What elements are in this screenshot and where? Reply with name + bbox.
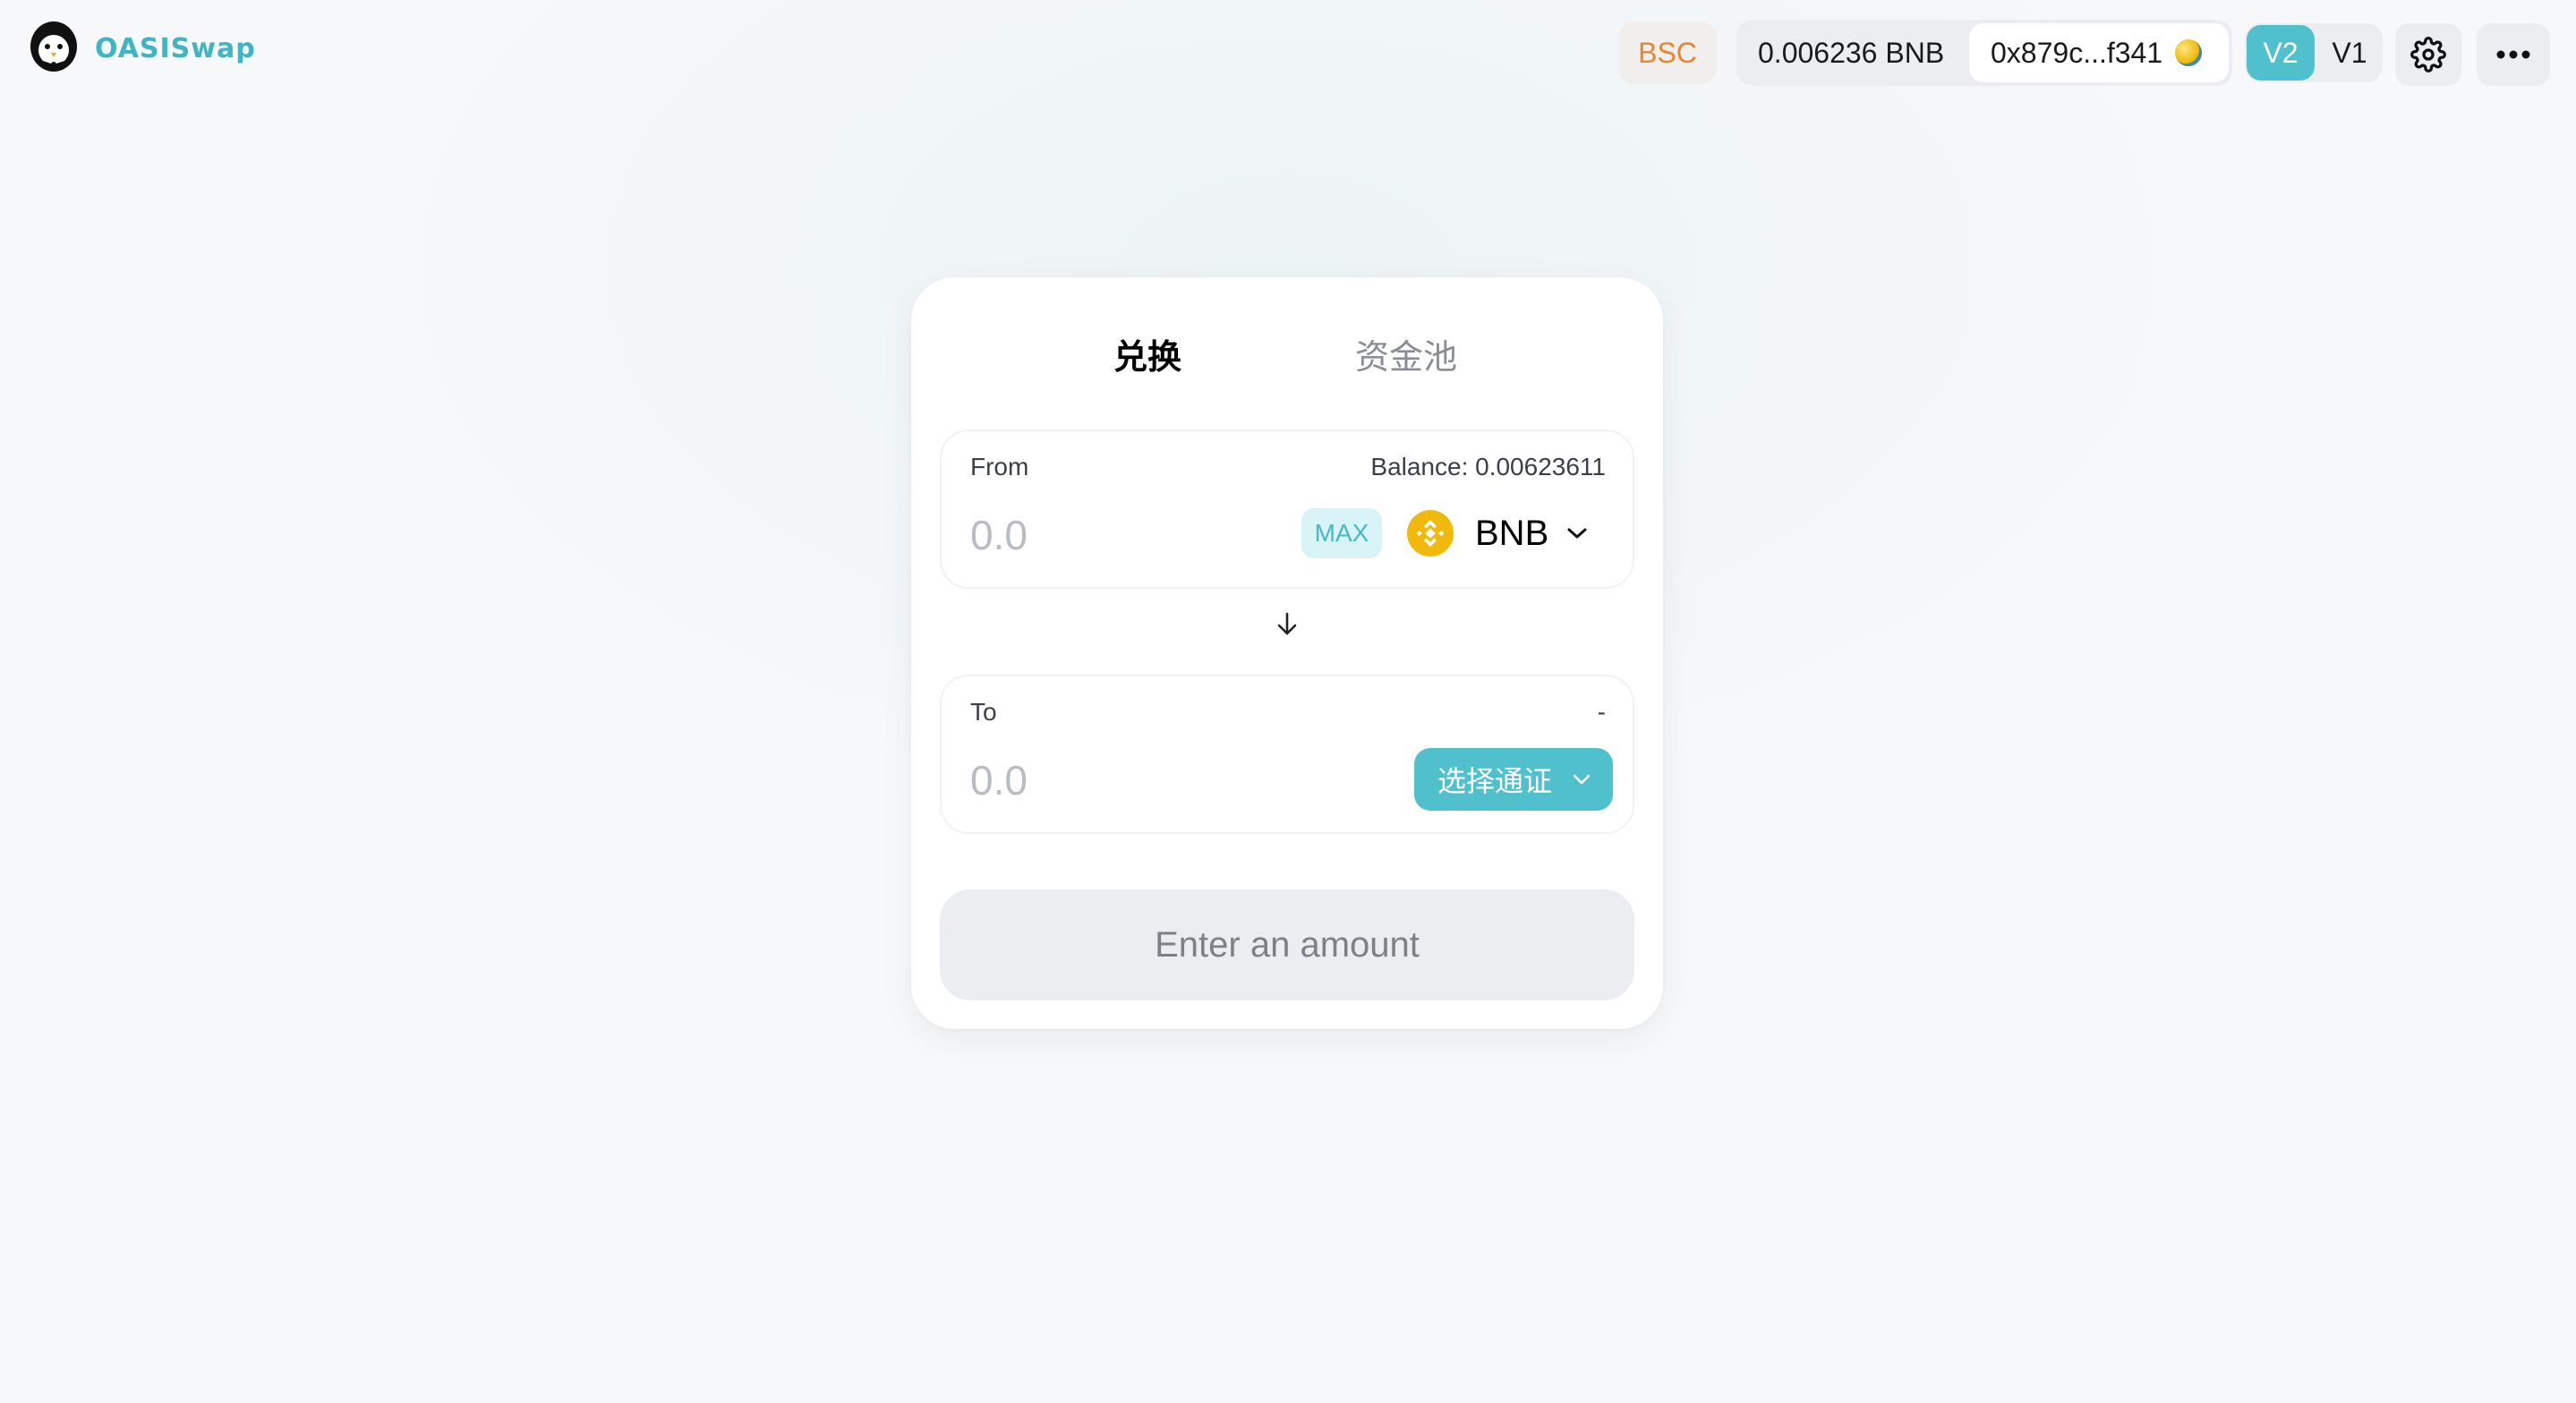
network-badge[interactable]: BSC [1618,21,1717,84]
wallet-address-button[interactable]: 0x879c...f341 [1969,23,2229,82]
wallet-avatar-icon [2175,39,2203,66]
chevron-down-icon [1573,774,1591,785]
version-v2-button[interactable]: V2 [2247,25,2315,81]
tab-pool[interactable]: 资金池 [1355,329,1457,378]
select-token-button[interactable]: 选择通证 [1414,748,1613,811]
settings-button[interactable] [2395,23,2461,86]
from-amount-input[interactable] [970,508,1266,562]
chevron-down-icon [1567,528,1587,539]
to-label: To [970,698,997,726]
to-field: To - 选择通证 [940,675,1634,834]
version-v1-button[interactable]: V1 [2318,25,2381,81]
arrow-down-icon [1277,612,1297,635]
wallet-address: 0x879c...f341 [1991,36,2163,69]
tab-swap[interactable]: 兑换 [1113,329,1181,378]
version-switch: V2 V1 [2245,23,2383,82]
from-token-symbol: BNB [1475,513,1549,553]
top-bar: OASISwap BSC 0.006236 BNB 0x879c...f341 … [0,0,2576,107]
app-name: OASISwap [95,32,256,64]
app-logo[interactable]: OASISwap [27,20,256,77]
penguin-logo-icon [30,21,77,72]
max-button[interactable]: MAX [1301,508,1382,558]
bnb-icon [1407,510,1454,557]
from-field: From Balance: 0.00623611 MAX BNB [940,429,1634,589]
to-balance: - [1597,698,1606,726]
wallet-balance: 0.006236 BNB [1758,37,1945,69]
more-menu-button[interactable] [2477,23,2550,86]
switch-direction-button[interactable] [1271,608,1303,641]
enter-amount-button[interactable]: Enter an amount [940,889,1634,1000]
to-amount-input[interactable] [970,753,1266,807]
from-label: From [970,453,1029,480]
swap-card: 兑换 资金池 From Balance: 0.00623611 MAX BNB [911,277,1663,1029]
ellipsis-icon [2496,50,2530,59]
account-panel[interactable]: 0.006236 BNB 0x879c...f341 [1736,20,2232,86]
from-balance: Balance: 0.00623611 [1370,453,1606,480]
from-token-selector[interactable]: BNB [1407,503,1613,564]
select-token-label: 选择通证 [1437,765,1553,797]
gear-icon [2410,37,2446,72]
